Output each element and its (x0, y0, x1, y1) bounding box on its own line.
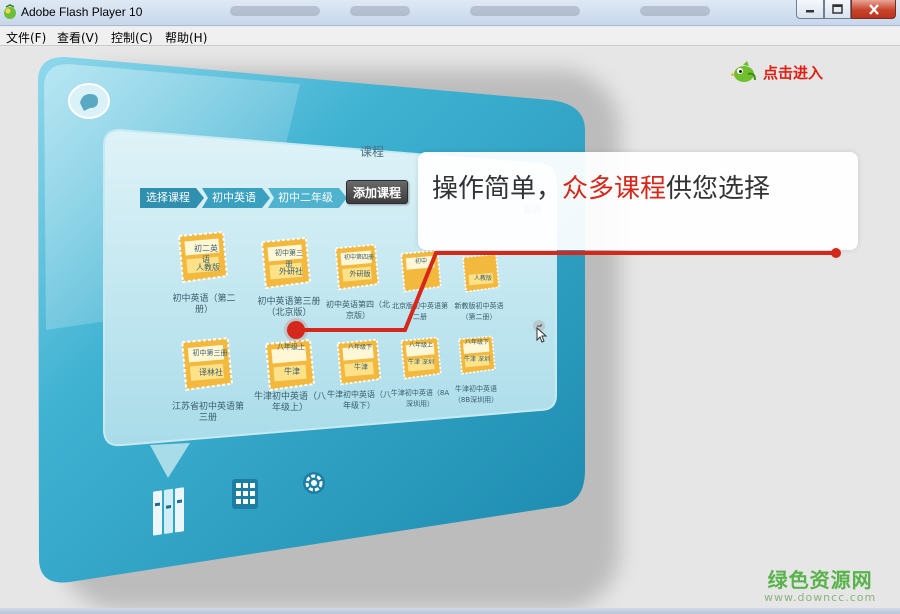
bookshelf-icon[interactable] (150, 486, 188, 544)
callout-connector (284, 248, 841, 342)
settings-icon[interactable] (300, 468, 328, 498)
window-bottom-border (0, 608, 900, 614)
watermark-sub: www.downcc.com (764, 591, 877, 604)
watermark-main: 绿色资源网 (767, 568, 873, 592)
watermark: 绿色资源网 www.downcc.com (764, 564, 876, 604)
grid-icon[interactable] (231, 478, 259, 510)
